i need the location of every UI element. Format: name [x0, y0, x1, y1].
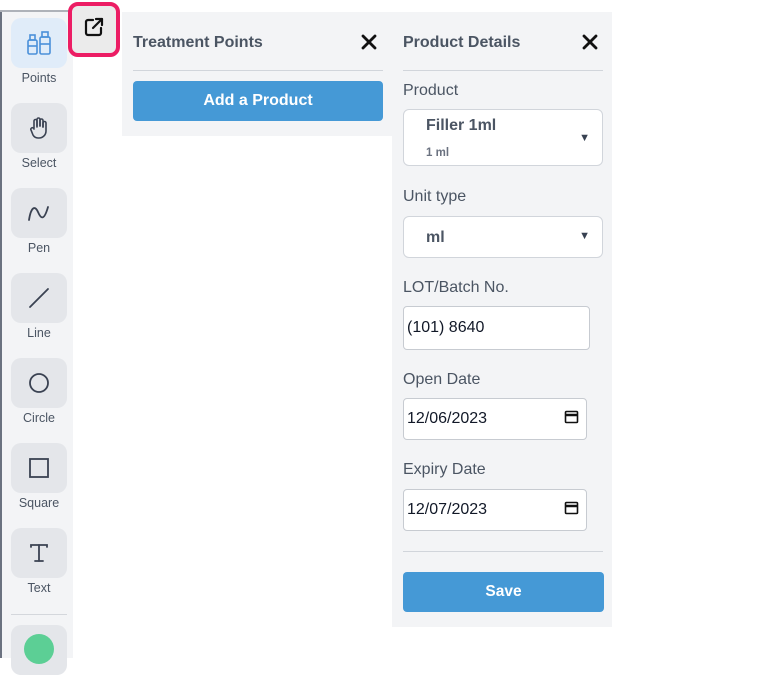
top-strip — [0, 0, 73, 12]
add-product-button[interactable]: Add a Product — [133, 81, 383, 121]
drawing-toolbar: Points Select Pen Line Circle Square Tex… — [0, 12, 73, 675]
tool-text-button[interactable] — [11, 528, 67, 578]
tool-square-label: Square — [18, 496, 60, 510]
expiry-date-input[interactable]: 12/07/2023 — [403, 489, 587, 531]
treatment-points-panel: Treatment Points Add a Product — [122, 12, 392, 136]
tool-square[interactable]: Square — [11, 443, 67, 510]
product-label: Product — [403, 82, 459, 99]
tool-circle[interactable]: Circle — [11, 358, 67, 425]
product-select[interactable]: Filler 1ml 1 ml ▼ — [403, 109, 603, 166]
circle-icon — [27, 371, 51, 395]
open-date-value: 12/06/2023 — [407, 410, 488, 427]
tool-text[interactable]: Text — [11, 528, 67, 595]
product-details-close-button[interactable] — [581, 33, 599, 51]
tool-select-button[interactable] — [11, 103, 67, 153]
unit-type-label: Unit type — [403, 188, 467, 205]
calendar-icon[interactable] — [564, 500, 579, 520]
tool-points-button[interactable] — [11, 18, 67, 68]
hand-icon — [28, 116, 50, 140]
line-icon — [27, 286, 51, 310]
product-select-value: Filler 1ml — [426, 117, 497, 134]
bottles-icon — [25, 29, 53, 57]
treatment-points-title: Treatment Points — [133, 34, 263, 51]
tool-select-label: Select — [21, 156, 57, 170]
tool-pen[interactable]: Pen — [11, 188, 67, 255]
panel-divider — [133, 70, 383, 71]
tool-line-label: Line — [27, 326, 51, 340]
open-date-input[interactable]: 12/06/2023 — [403, 398, 587, 440]
unit-type-value: ml — [426, 229, 445, 246]
treatment-points-close-button[interactable] — [360, 33, 378, 51]
calendar-icon[interactable] — [564, 409, 579, 429]
product-details-title: Product Details — [403, 34, 521, 51]
tool-text-label: Text — [27, 581, 51, 595]
panel-divider — [403, 551, 603, 552]
lot-batch-label: LOT/Batch No. — [403, 279, 509, 296]
square-icon — [27, 456, 51, 480]
tool-circle-button[interactable] — [11, 358, 67, 408]
expiry-date-label: Expiry Date — [403, 461, 486, 478]
product-select-subvalue: 1 ml — [426, 147, 450, 159]
tool-line[interactable]: Line — [11, 273, 67, 340]
chevron-down-icon: ▼ — [579, 230, 590, 242]
close-icon — [581, 34, 599, 55]
text-icon — [28, 542, 50, 564]
popout-button[interactable] — [68, 2, 120, 57]
lot-batch-input[interactable]: (101) 8640 — [403, 306, 590, 350]
tool-points-label: Points — [21, 71, 57, 85]
lot-batch-value: (101) 8640 — [407, 319, 485, 336]
tool-circle-label: Circle — [23, 411, 55, 425]
color-picker-button[interactable] — [11, 625, 67, 675]
product-details-panel: Product Details Product Filler 1ml 1 ml … — [392, 12, 612, 627]
tool-pen-label: Pen — [27, 241, 51, 255]
chevron-down-icon: ▼ — [579, 132, 590, 144]
pen-curve-icon — [27, 201, 51, 225]
tool-select[interactable]: Select — [11, 103, 67, 170]
panel-divider — [403, 70, 603, 71]
toolbar-divider — [11, 614, 67, 615]
tool-line-button[interactable] — [11, 273, 67, 323]
tool-points[interactable]: Points — [11, 18, 67, 85]
external-link-icon — [83, 16, 105, 43]
color-dot — [24, 634, 54, 664]
open-date-label: Open Date — [403, 371, 481, 388]
save-button[interactable]: Save — [403, 572, 604, 612]
tool-square-button[interactable] — [11, 443, 67, 493]
close-icon — [360, 34, 378, 55]
tool-pen-button[interactable] — [11, 188, 67, 238]
unit-type-select[interactable]: ml ▼ — [403, 216, 603, 258]
expiry-date-value: 12/07/2023 — [407, 501, 488, 518]
